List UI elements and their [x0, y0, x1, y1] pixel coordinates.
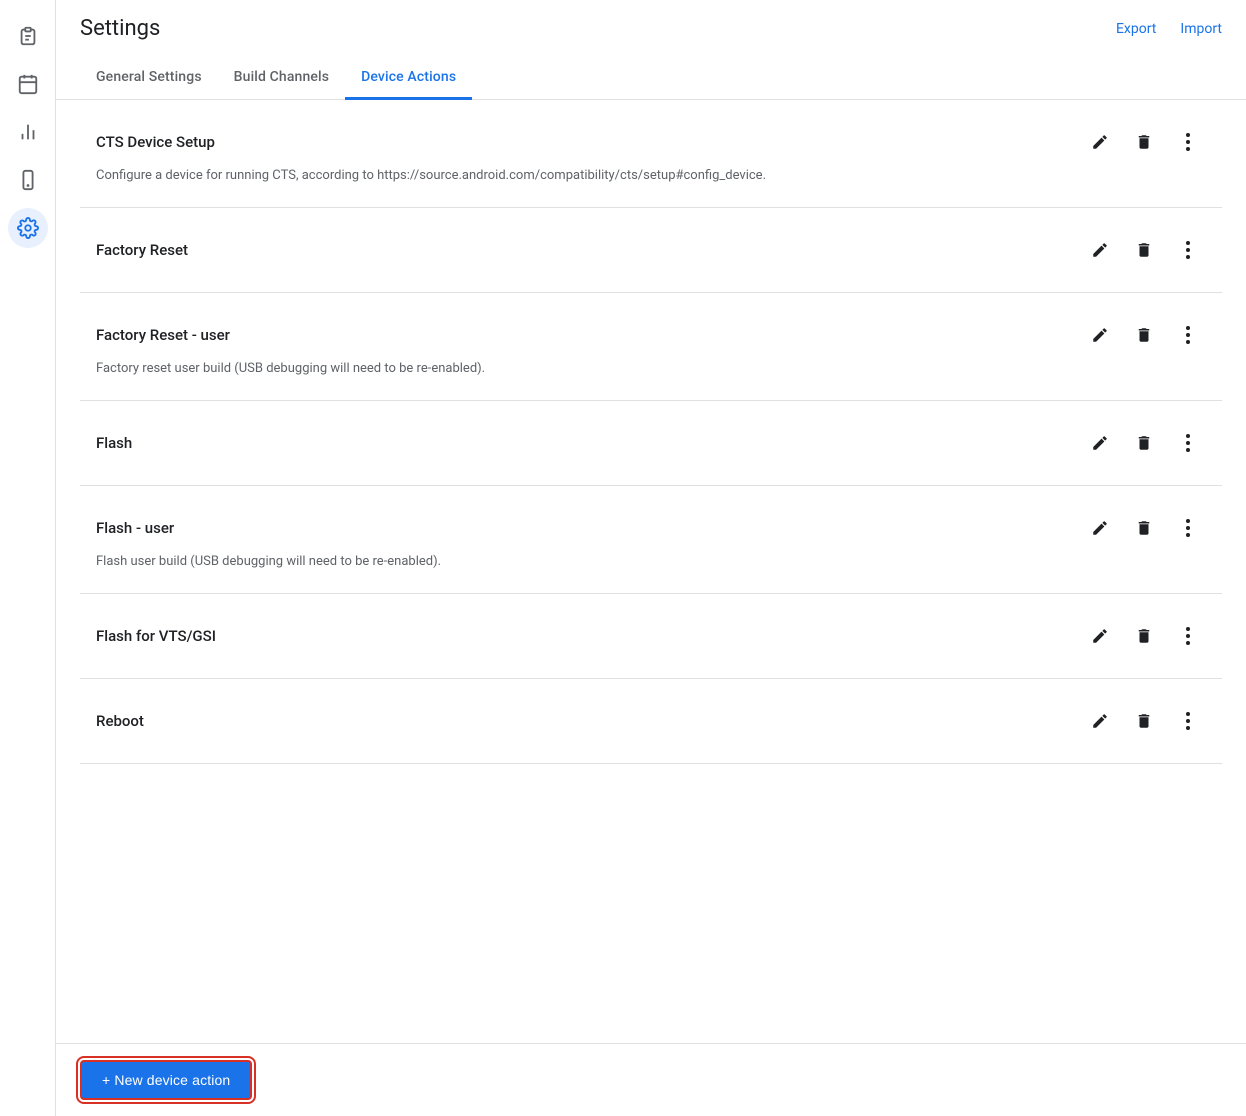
action-item-header: Flash - user [96, 510, 1206, 546]
edit-button-factory-reset[interactable] [1082, 232, 1118, 268]
delete-button-flash-vts[interactable] [1126, 618, 1162, 654]
edit-button-flash[interactable] [1082, 425, 1118, 461]
edit-button-reboot[interactable] [1082, 703, 1118, 739]
list-item: Factory Reset [80, 208, 1222, 293]
sidebar-icon-clipboard[interactable] [8, 16, 48, 56]
action-desc-cts: Configure a device for running CTS, acco… [96, 168, 1206, 183]
list-item: Flash for VTS/GSI [80, 594, 1222, 679]
delete-button-cts[interactable] [1126, 124, 1162, 160]
list-item: Flash - user Flash user build (USB deb [80, 486, 1222, 594]
action-controls-flash-vts [1082, 618, 1206, 654]
action-title-flash-vts: Flash for VTS/GSI [96, 627, 216, 645]
action-desc-factory-reset-user: Factory reset user build (USB debugging … [96, 361, 1206, 376]
list-item: Flash [80, 401, 1222, 486]
more-button-flash-user[interactable] [1170, 510, 1206, 546]
new-device-action-button[interactable]: + New device action [80, 1060, 252, 1100]
action-title-cts: CTS Device Setup [96, 133, 215, 151]
app-container: Settings Export Import General Settings … [0, 0, 1246, 1116]
content-area: CTS Device Setup Configure a device fo [56, 100, 1246, 1043]
edit-button-cts[interactable] [1082, 124, 1118, 160]
list-item: CTS Device Setup Configure a device fo [80, 100, 1222, 208]
delete-button-flash[interactable] [1126, 425, 1162, 461]
more-button-flash-vts[interactable] [1170, 618, 1206, 654]
action-title-reboot: Reboot [96, 712, 144, 730]
main-content: Settings Export Import General Settings … [56, 0, 1246, 1116]
footer: + New device action [56, 1043, 1246, 1116]
action-desc-flash-user: Flash user build (USB debugging will nee… [96, 554, 1206, 569]
list-item: Reboot [80, 679, 1222, 764]
action-controls-factory-reset [1082, 232, 1206, 268]
sidebar [0, 0, 56, 1116]
header-actions: Export Import [1116, 21, 1222, 37]
tab-device-actions[interactable]: Device Actions [345, 57, 472, 100]
more-button-factory-reset[interactable] [1170, 232, 1206, 268]
action-item-header: Reboot [96, 703, 1206, 739]
action-title-flash: Flash [96, 434, 132, 452]
sidebar-icon-settings[interactable] [8, 208, 48, 248]
tabs: General Settings Build Channels Device A… [56, 57, 1246, 100]
delete-button-flash-user[interactable] [1126, 510, 1162, 546]
action-controls-cts [1082, 124, 1206, 160]
action-controls-flash-user [1082, 510, 1206, 546]
action-item-header: CTS Device Setup [96, 124, 1206, 160]
delete-button-factory-reset[interactable] [1126, 232, 1162, 268]
action-item-header: Flash [96, 425, 1206, 461]
sidebar-icon-phone[interactable] [8, 160, 48, 200]
more-button-reboot[interactable] [1170, 703, 1206, 739]
action-controls-reboot [1082, 703, 1206, 739]
edit-button-factory-reset-user[interactable] [1082, 317, 1118, 353]
action-item-header: Flash for VTS/GSI [96, 618, 1206, 654]
edit-button-flash-user[interactable] [1082, 510, 1118, 546]
page-title: Settings [80, 16, 160, 41]
action-item-header: Factory Reset [96, 232, 1206, 268]
more-button-cts[interactable] [1170, 124, 1206, 160]
list-item: Factory Reset - user Factory reset use [80, 293, 1222, 401]
sidebar-icon-chart[interactable] [8, 112, 48, 152]
tab-build-channels[interactable]: Build Channels [218, 57, 345, 100]
action-title-factory-reset-user: Factory Reset - user [96, 326, 230, 344]
import-link[interactable]: Import [1180, 21, 1222, 37]
action-title-factory-reset: Factory Reset [96, 241, 188, 259]
export-link[interactable]: Export [1116, 21, 1156, 37]
header: Settings Export Import [56, 0, 1246, 57]
action-controls-flash [1082, 425, 1206, 461]
tab-general-settings[interactable]: General Settings [80, 57, 218, 100]
more-button-flash[interactable] [1170, 425, 1206, 461]
edit-button-flash-vts[interactable] [1082, 618, 1118, 654]
delete-button-factory-reset-user[interactable] [1126, 317, 1162, 353]
action-controls-factory-reset-user [1082, 317, 1206, 353]
delete-button-reboot[interactable] [1126, 703, 1162, 739]
action-title-flash-user: Flash - user [96, 519, 174, 537]
action-item-header: Factory Reset - user [96, 317, 1206, 353]
more-button-factory-reset-user[interactable] [1170, 317, 1206, 353]
sidebar-icon-calendar[interactable] [8, 64, 48, 104]
